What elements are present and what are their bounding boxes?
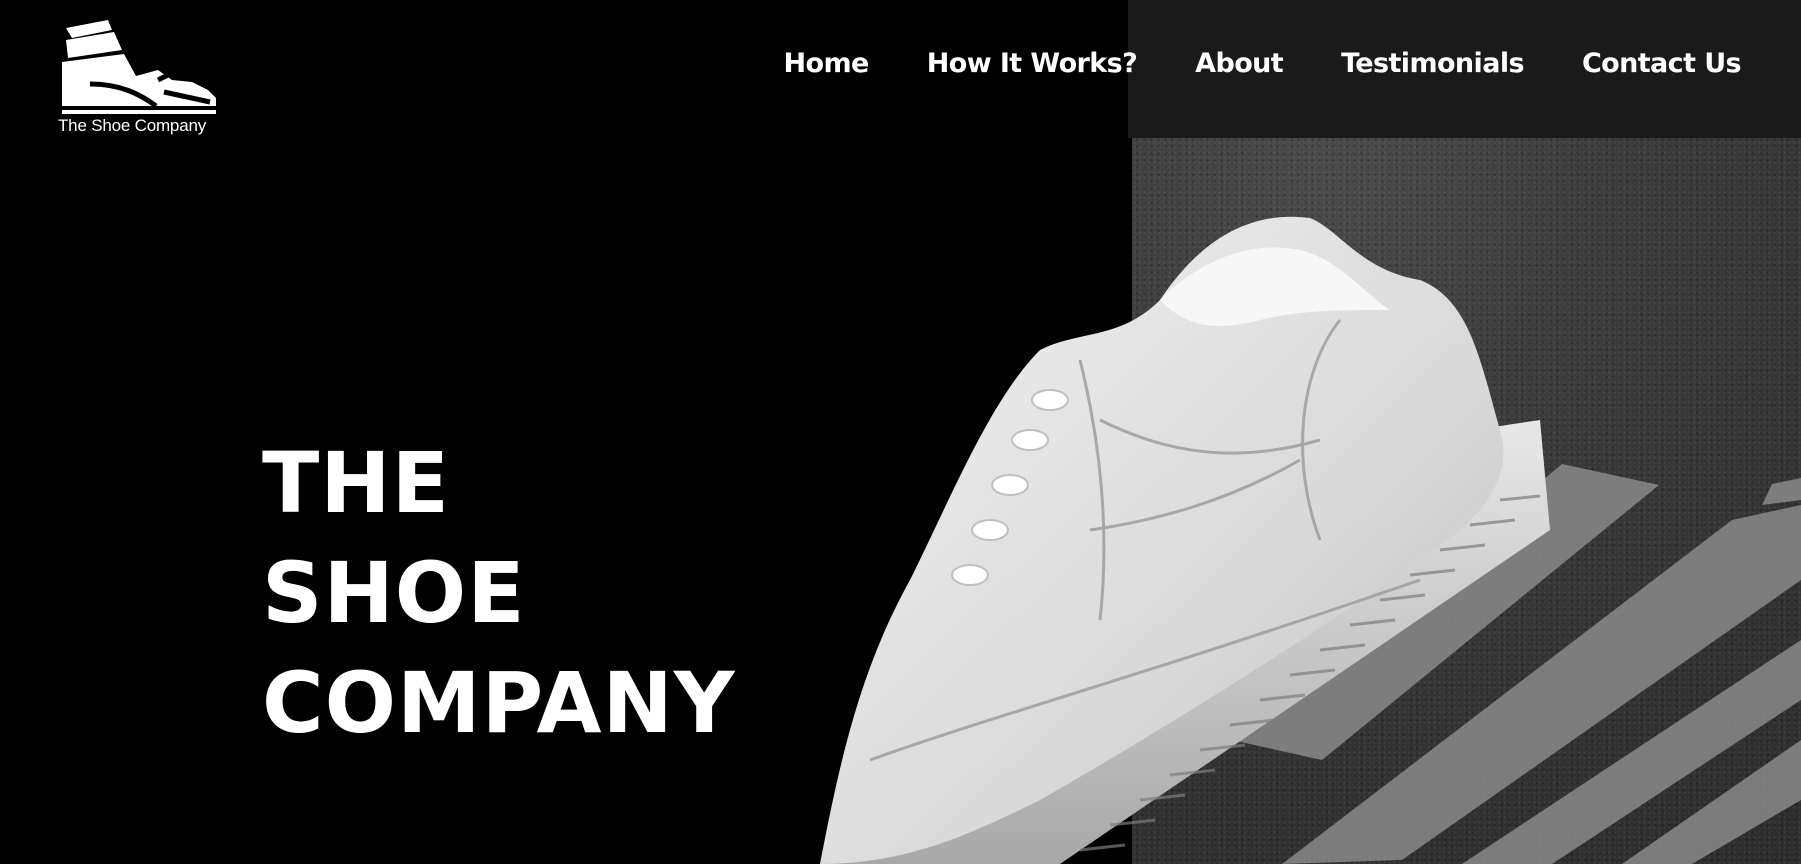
nav-home[interactable]: Home (784, 48, 870, 79)
landing-page: The Shoe Company Home How It Works? Abou… (0, 0, 1801, 864)
hero-title: THE SHOE COMPANY (262, 428, 736, 758)
nav-testimonials[interactable]: Testimonials (1341, 48, 1524, 79)
nav-about[interactable]: About (1195, 48, 1284, 79)
nav-contact-us[interactable]: Contact Us (1582, 48, 1742, 79)
hero-title-line: COMPANY (262, 654, 736, 752)
main-nav: Home How It Works? About Testimonials Co… (784, 48, 1742, 79)
sneaker-icon (62, 20, 216, 114)
hero-title-line: THE (262, 434, 450, 532)
brand-logo[interactable]: The Shoe Company (58, 20, 222, 140)
hero-shoe-image (820, 216, 1550, 864)
brand-name: The Shoe Company (58, 116, 206, 135)
hero-title-line: SHOE (262, 544, 526, 642)
nav-how-it-works[interactable]: How It Works? (927, 48, 1138, 79)
